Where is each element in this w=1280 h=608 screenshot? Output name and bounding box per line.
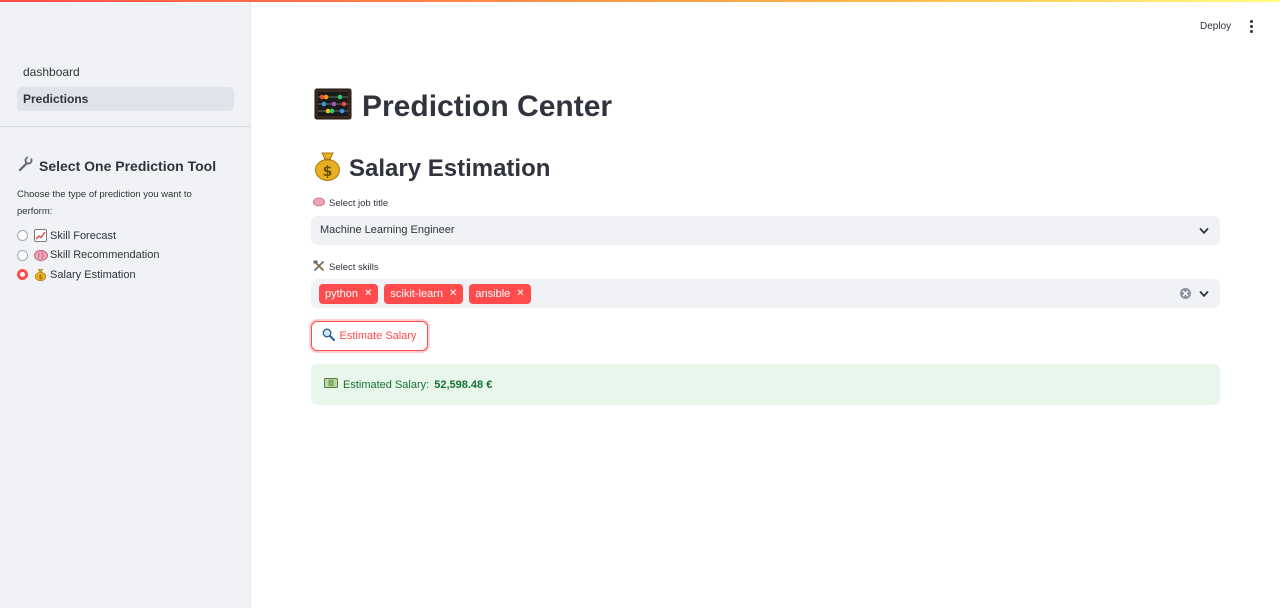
skills-label: Select skills	[313, 260, 379, 275]
brain-icon	[313, 197, 325, 210]
sidebar-nav: dashboard Predictions	[17, 60, 234, 114]
job-title-select[interactable]: Machine Learning Engineer	[311, 216, 1220, 245]
radio-option-skill-recommendation[interactable]: Skill Recommendation	[17, 246, 159, 266]
skills-multiselect[interactable]: python ✕ scikit-learn ✕ ansible ✕	[311, 279, 1220, 308]
job-title-select-value: Machine Learning Engineer	[320, 224, 455, 236]
wrench-icon	[17, 155, 33, 175]
radio-label: Skill Recommendation	[50, 249, 160, 262]
skill-tag: scikit-learn ✕	[384, 284, 464, 304]
sidebar: dashboard Predictions Select One Predict…	[0, 0, 251, 608]
sidebar-heading: Select One Prediction Tool	[17, 155, 217, 175]
skill-tag: python ✕	[319, 284, 379, 304]
skill-tag: ansible ✕	[469, 284, 531, 304]
kebab-menu-icon[interactable]	[1246, 19, 1256, 35]
prediction-tool-radio-group: Skill Forecast Skill Recommendation $ Sa…	[17, 226, 159, 285]
result-value: 52,598.48 €	[434, 378, 493, 391]
hammer-wrench-icon	[313, 260, 325, 275]
top-decoration-bar	[0, 0, 1280, 2]
money-bag-icon: $	[34, 268, 47, 282]
section-title-text: Salary Estimation	[349, 154, 551, 182]
brain-icon	[34, 249, 48, 262]
deploy-button[interactable]: Deploy	[1197, 19, 1234, 34]
radio-option-salary-estimation[interactable]: $ Salary Estimation	[17, 265, 159, 285]
selected-skill-tags: python ✕ scikit-learn ✕ ansible ✕	[319, 284, 531, 304]
remove-tag-icon[interactable]: ✕	[449, 284, 457, 304]
estimate-salary-button[interactable]: Estimate Salary	[311, 321, 428, 351]
radio-button[interactable]	[17, 230, 28, 242]
section-title: $ Salary Estimation	[314, 151, 550, 186]
remove-tag-icon[interactable]: ✕	[516, 284, 524, 304]
chevron-down-icon[interactable]	[1199, 226, 1209, 236]
abacus-icon	[314, 88, 352, 125]
remove-tag-icon[interactable]: ✕	[364, 284, 372, 304]
result-prefix: Estimated Salary:	[343, 378, 430, 391]
nav-item-predictions[interactable]: Predictions	[17, 87, 234, 111]
page-title-text: Prediction Center	[362, 89, 613, 123]
magnifier-icon	[322, 328, 336, 344]
radio-label: Skill Forecast	[50, 229, 117, 242]
money-bag-icon: $	[314, 151, 341, 186]
svg-text:$: $	[323, 164, 333, 180]
page-title: Prediction Center	[314, 88, 612, 125]
clear-all-icon[interactable]	[1180, 288, 1191, 299]
job-title-label: Select job title	[313, 197, 388, 210]
radio-option-skill-forecast[interactable]: Skill Forecast	[17, 226, 159, 246]
banknote-icon	[324, 378, 338, 391]
radio-button[interactable]	[17, 249, 28, 261]
chart-increasing-icon	[34, 229, 47, 243]
sidebar-caption: Choose the type of prediction you want t…	[17, 189, 192, 217]
estimated-salary-alert: Estimated Salary: 52,598.48 €	[311, 364, 1220, 405]
svg-text:$: $	[39, 274, 43, 281]
nav-item-dashboard[interactable]: dashboard	[17, 60, 234, 84]
radio-label: Salary Estimation	[50, 268, 136, 281]
chevron-down-icon[interactable]	[1199, 289, 1209, 299]
sidebar-divider	[0, 126, 251, 127]
sidebar-heading-text: Select One Prediction Tool	[39, 157, 217, 174]
radio-button-selected[interactable]	[17, 269, 28, 281]
